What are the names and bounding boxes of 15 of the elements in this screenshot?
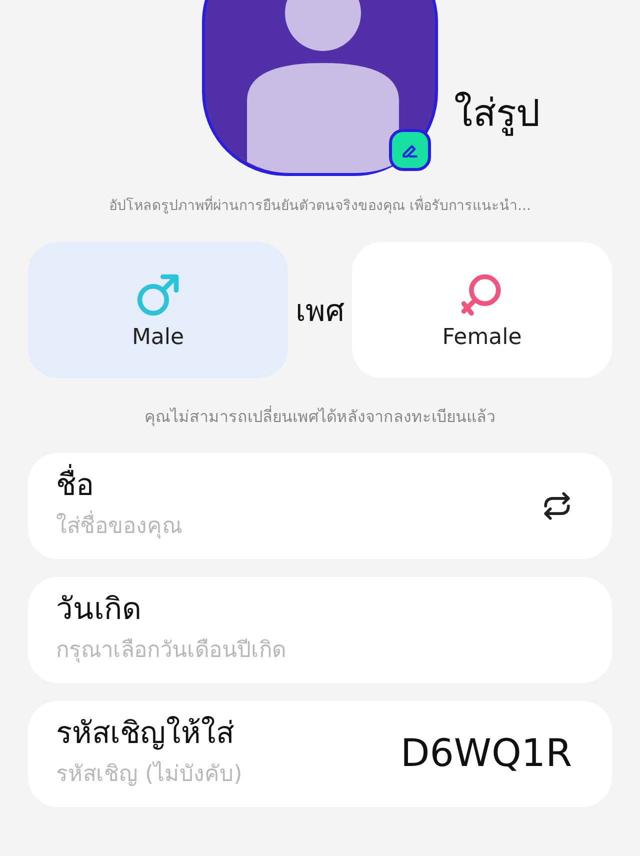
annotation-text: รหัสเชิญให้ใส่ [56, 715, 234, 753]
annotation-text: D6WQ1R [400, 731, 572, 775]
annotation-text: ชื่อ [56, 465, 94, 507]
gender-note: คุณไม่สามารถเปลี่ยนเพศได้หลังจากลงทะเบียนแล้ว [144, 404, 496, 428]
edit-icon[interactable] [389, 129, 431, 171]
avatar[interactable] [202, 0, 438, 176]
annotation-text: ใส่รูป [454, 90, 540, 138]
annotation-text: เพศ [294, 292, 346, 330]
upload-hint: อัปโหลดรูปภาพที่ผ่านการยืนยันตัวตนจริงของคุณ เพื่อรับการแนะนำ... [109, 194, 531, 216]
gender-option[interactable]: Female [352, 242, 612, 378]
annotation-text: วันเกิด [56, 591, 141, 629]
input-field[interactable]: รหัสเชิญ (ไม่บังคับ) [56, 755, 396, 795]
input-field[interactable]: ใส่ชื่อของคุณ [56, 507, 396, 547]
input-field[interactable]: กรุณาเลือกวันเดือนปีเกิด [56, 631, 396, 671]
gender-option[interactable]: Male [28, 242, 288, 378]
